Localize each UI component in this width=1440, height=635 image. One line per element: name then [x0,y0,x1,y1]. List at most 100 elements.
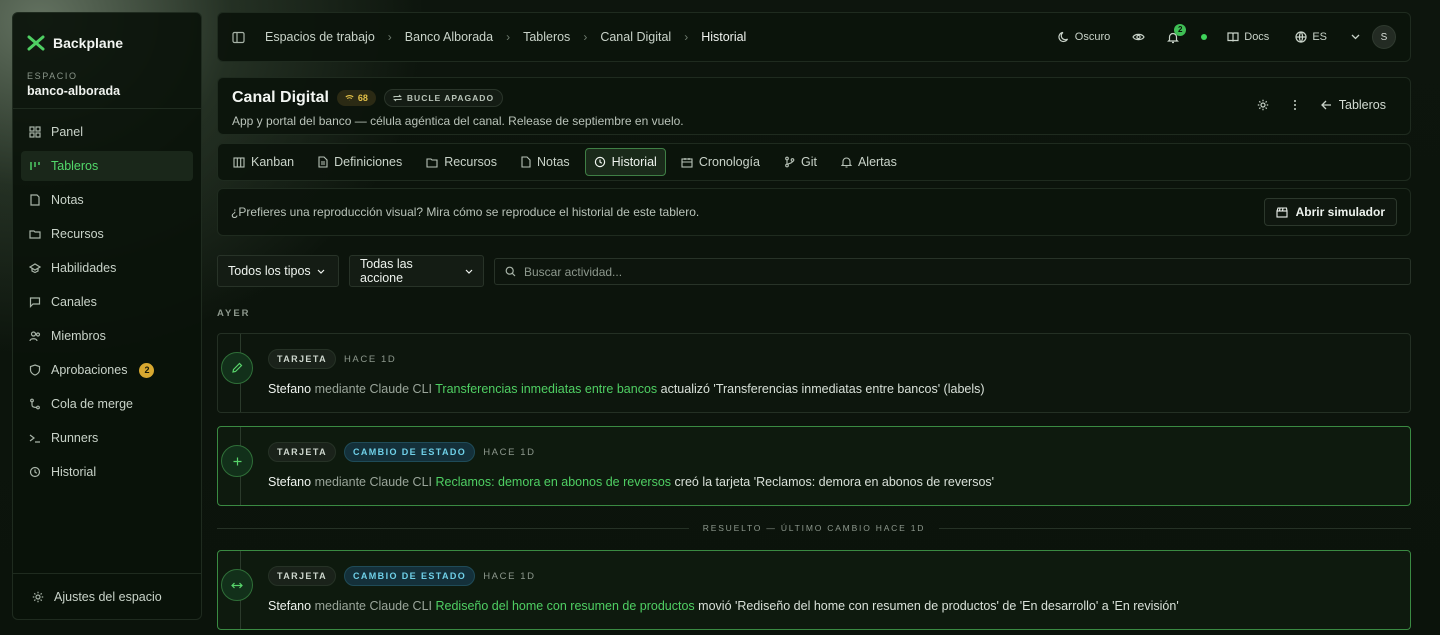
tab-cronologia[interactable]: Cronología [672,148,769,176]
breadcrumb-item[interactable]: Espacios de trabajo [265,30,375,44]
simulator-banner: ¿Prefieres una reproducción visual? Mira… [217,188,1411,236]
activity-time: HACE 1D [483,570,536,582]
preview-button[interactable] [1132,31,1145,43]
board-title: Canal Digital [232,89,329,106]
chat-icon [28,296,41,309]
tab-notas[interactable]: Notas [512,148,579,176]
board-header: Canal Digital 68 BUCLE APAGADO App y por… [217,77,1411,135]
note-icon [28,194,41,207]
tab-definiciones[interactable]: Definiciones [309,148,411,176]
sidebar-item-aprobaciones[interactable]: Aprobaciones 2 [21,355,193,385]
account-menu-chevron[interactable] [1351,34,1360,40]
activity-tag: TARJETA [268,566,336,586]
sidebar-item-notas[interactable]: Notas [21,185,193,215]
sidebar-item-label: Aprobaciones [51,363,128,377]
topbar: Espacios de trabajo › Banco Alborada › T… [217,12,1411,62]
move-icon [221,569,253,601]
docs-link[interactable]: Docs [1227,31,1269,43]
board-description: App y portal del banco — célula agéntica… [232,114,684,128]
git-icon [784,156,795,168]
type-filter-select[interactable]: Todos los tipos [217,255,339,287]
card-link[interactable]: Reclamos: demora en abonos de reversos [436,475,672,489]
breadcrumb: Espacios de trabajo › Banco Alborada › T… [232,30,746,44]
globe-icon [1295,31,1307,43]
sidebar-item-canales[interactable]: Canales [21,287,193,317]
chevron-right-icon: › [684,30,689,44]
resolved-label: RESUELTO — ÚLTIMO CAMBIO HACE 1D [702,523,926,533]
sidebar: Backplane ESPACIO banco-alborada Panel T… [12,12,202,620]
activity-search [494,258,1411,285]
back-to-boards-link[interactable]: Tableros [1320,98,1386,112]
folder-icon [426,157,438,168]
board-title-row: Canal Digital 68 BUCLE APAGADO [232,89,504,107]
activity-text: Stefano mediante Claude CLI Transferenci… [268,382,985,396]
tab-label: Definiciones [334,155,403,169]
sidebar-item-label: Habilidades [51,261,117,275]
workspace-name[interactable]: banco-alborada [13,81,201,98]
simulator-text: ¿Prefieres una reproducción visual? Mira… [231,205,700,219]
workspace-label: ESPACIO [27,71,78,81]
kanban-icon [233,156,245,168]
board-score-badge: 68 [336,90,376,106]
chevron-down-icon [465,269,473,274]
users-icon [28,330,41,343]
more-options-icon[interactable] [1293,99,1297,111]
bell-icon [840,156,852,168]
language-select[interactable]: ES [1295,31,1327,43]
sidebar-item-cola-de-merge[interactable]: Cola de merge [21,389,193,419]
activity-card[interactable]: TARJETA CAMBIO DE ESTADO HACE 1D Stefano… [217,550,1411,630]
tab-historial[interactable]: Historial [584,148,666,176]
theme-toggle-button[interactable]: Oscuro [1058,31,1110,43]
skills-icon [28,262,41,275]
search-input[interactable] [524,264,1400,279]
breadcrumb-item[interactable]: Tableros [523,30,570,44]
activity-actor: Stefano [268,475,312,489]
action-filter-select[interactable]: Todas las accione [349,255,484,287]
tab-kanban[interactable]: Kanban [224,148,303,176]
theme-label: Oscuro [1074,31,1111,43]
sidebar-item-recursos[interactable]: Recursos [21,219,193,249]
approvals-count-badge: 2 [139,362,155,378]
sidebar-item-panel[interactable]: Panel [21,117,193,147]
folder-icon [28,228,41,241]
tab-label: Git [800,155,817,169]
board-settings-gear-icon[interactable] [1257,99,1269,111]
breadcrumb-item[interactable]: Canal Digital [600,30,671,44]
activity-card[interactable]: TARJETA HACE 1D Stefano mediante Claude … [217,333,1411,413]
avatar[interactable]: S [1372,25,1396,49]
open-simulator-button[interactable]: Abrir simulador [1263,198,1397,226]
notifications-button[interactable]: 2 [1167,23,1187,44]
plus-icon [221,445,253,477]
sidebar-item-tableros[interactable]: Tableros [21,151,193,181]
eye-icon [1132,31,1145,43]
tab-git[interactable]: Git [775,148,826,176]
grid-icon [28,126,41,139]
tab-label: Alertas [857,155,897,169]
sidebar-item-habilidades[interactable]: Habilidades [21,253,193,283]
board-header-actions: Tableros [1257,98,1386,112]
moon-icon [1058,31,1070,43]
sidebar-item-label: Canales [51,295,97,309]
chevron-right-icon: › [583,30,588,44]
sidebar-item-runners[interactable]: Runners [21,423,193,453]
sidebar-item-miembros[interactable]: Miembros [21,321,193,351]
sidebar-item-label: Notas [51,193,84,207]
activity-actor: Stefano [268,599,312,613]
workspace-settings-button[interactable]: Ajustes del espacio [13,573,201,619]
sidebar-item-label: Historial [51,465,97,479]
activity-card[interactable]: TARJETA CAMBIO DE ESTADO HACE 1D Stefano… [217,426,1411,506]
edit-icon [221,352,253,384]
card-link[interactable]: Rediseño del home con resumen de product… [436,599,695,613]
activity-action: actualizó 'Transferencias inmediatas ent… [660,382,985,396]
sidebar-toggle-icon[interactable] [232,31,245,44]
breadcrumb-item[interactable]: Banco Alborada [405,30,493,44]
tab-alertas[interactable]: Alertas [832,148,906,176]
sidebar-item-label: Runners [51,431,99,445]
clock-icon [594,156,606,168]
brand[interactable]: Backplane [13,13,201,57]
topbar-actions: Oscuro 2 Docs ES S [1058,23,1396,49]
card-link[interactable]: Transferencias inmediatas entre bancos [435,382,657,396]
loop-status-badge[interactable]: BUCLE APAGADO [383,89,504,107]
tab-recursos[interactable]: Recursos [417,148,506,176]
sidebar-item-historial[interactable]: Historial [21,457,193,487]
